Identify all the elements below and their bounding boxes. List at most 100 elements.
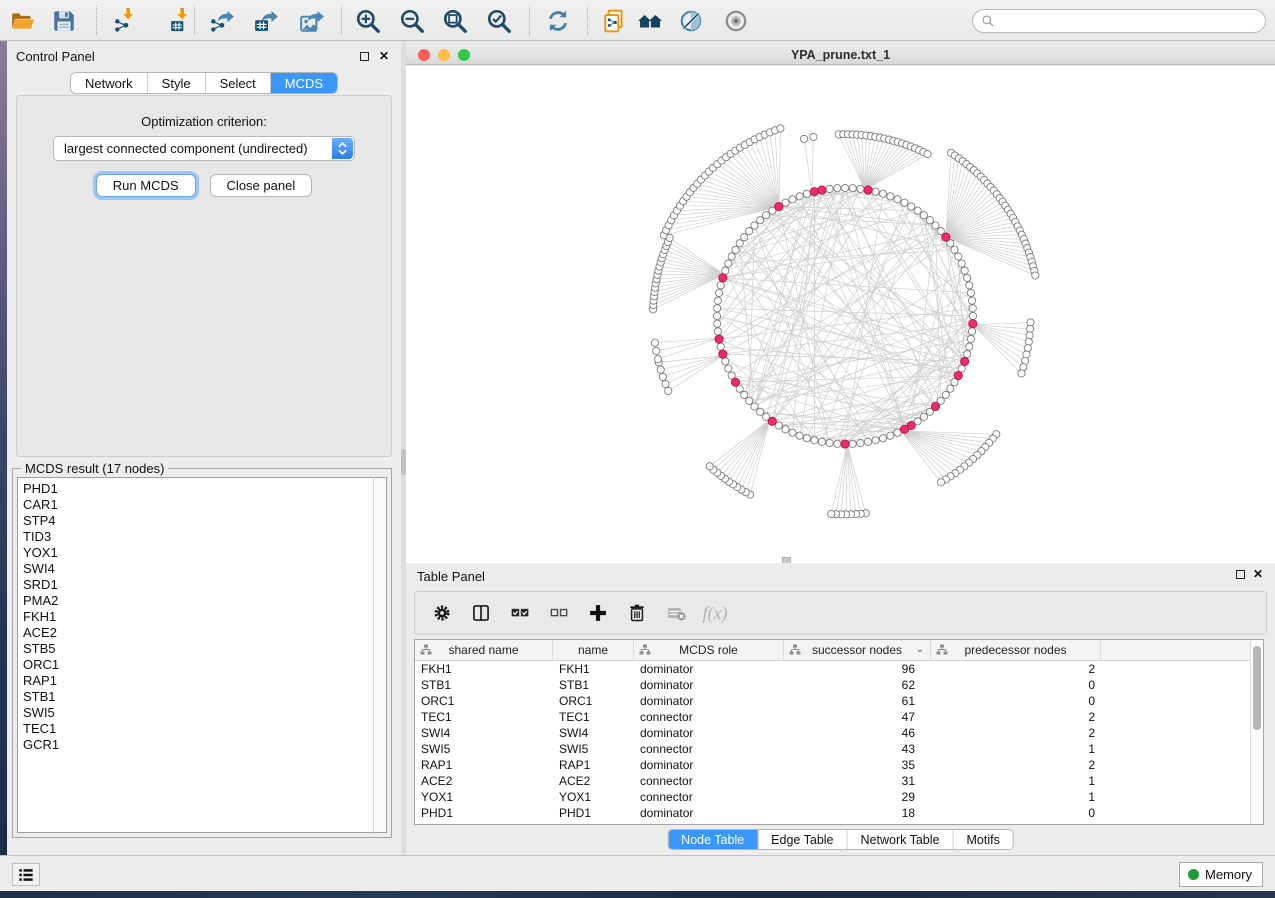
optimization-criterion-label: Optimization criterion: [17,114,391,129]
mcds-result-item[interactable]: STB1 [23,689,373,705]
delete-icon[interactable] [626,602,648,624]
network-canvas[interactable] [406,66,1275,563]
column-header-shared-name[interactable]: shared name [415,640,553,660]
column-header-successor-nodes[interactable]: successor nodes⌄ [784,640,931,660]
tab-edge-table[interactable]: Edge Table [758,830,847,849]
save-session-icon[interactable] [50,7,78,35]
mcds-result-item[interactable]: STB5 [23,641,373,657]
columns-icon[interactable] [470,602,492,624]
cell: 0 [931,806,1101,820]
import-table-icon[interactable] [166,7,194,35]
tab-motifs[interactable]: Motifs [953,830,1012,849]
clone-network-icon[interactable] [600,7,628,35]
memory-button[interactable]: Memory [1179,862,1263,887]
table-row[interactable]: RAP1RAP1dominator352 [415,757,1250,773]
mcds-result-item[interactable]: ORC1 [23,657,373,673]
node-table-scrollbar[interactable] [1250,640,1263,824]
cell: SWI4 [415,726,553,740]
table-panel-tabs: Node TableEdge TableNetwork TableMotifs [667,829,1014,850]
table-row[interactable]: PHD1PHD1dominator180 [415,805,1250,821]
add-column-icon[interactable] [587,602,609,624]
table-row[interactable]: STB1STB1dominator620 [415,677,1250,693]
export-network-icon[interactable] [208,7,236,35]
optimization-criterion-select[interactable]: largest connected component (undirected) [53,136,355,161]
open-file-icon[interactable] [9,7,37,35]
eye-icon[interactable] [722,7,750,35]
tab-select[interactable]: Select [206,73,271,93]
table-row[interactable]: ACE2ACE2connector311 [415,773,1250,789]
tab-network[interactable]: Network [71,73,148,93]
table-row[interactable]: SWI4SWI4dominator462 [415,725,1250,741]
mcds-result-item[interactable]: GCR1 [23,737,373,753]
control-panel-float-button[interactable] [357,49,371,63]
table-row[interactable]: TEC1TEC1connector472 [415,709,1250,725]
slashed-circle-icon[interactable] [677,7,705,35]
column-header-predecessor-nodes[interactable]: predecessor nodes [931,640,1101,660]
zoom-out-icon[interactable] [398,7,426,35]
mcds-result-item[interactable]: PMA2 [23,593,373,609]
cell: dominator [634,694,784,708]
tab-node-table[interactable]: Node Table [668,830,758,849]
mcds-result-item[interactable]: CAR1 [23,497,373,513]
cell: 1 [931,790,1101,804]
desktop-wallpaper-left [0,41,7,898]
zoom-fit-icon[interactable] [441,7,469,35]
task-history-button[interactable] [12,863,40,886]
function-icon[interactable]: f(x) [704,602,726,624]
mcds-result-item[interactable]: YOX1 [23,545,373,561]
export-image-icon[interactable] [298,7,326,35]
tab-style[interactable]: Style [148,73,206,93]
table-row[interactable]: ORC1ORC1dominator610 [415,693,1250,709]
mcds-result-item[interactable]: SWI5 [23,705,373,721]
scrollbar-thumb[interactable] [1253,646,1261,730]
mcds-result-item[interactable]: TEC1 [23,721,373,737]
cell: dominator [634,758,784,772]
search-input[interactable] [972,9,1266,33]
mcds-result-item[interactable]: SRD1 [23,577,373,593]
cell: FKH1 [553,662,634,676]
zoom-selected-icon[interactable] [485,7,513,35]
column-header-name[interactable]: name [553,640,634,660]
table-row[interactable]: FKH1FKH1dominator962 [415,661,1250,677]
table-panel-float-button[interactable] [1233,567,1247,581]
tab-mcds[interactable]: MCDS [271,73,337,93]
mcds-result-item[interactable]: RAP1 [23,673,373,689]
mcds-result-scrollbar[interactable] [373,477,387,833]
network-window-titlebar: YPA_prune.txt_1 [406,45,1275,65]
tab-network-table[interactable]: Network Table [848,830,954,849]
zoom-in-icon[interactable] [354,7,382,35]
table-row[interactable]: SWI5SWI5connector431 [415,741,1250,757]
tree-icon [639,644,651,656]
run-mcds-button[interactable]: Run MCDS [96,174,196,197]
import-network-icon[interactable] [112,7,140,35]
table-panel-close-button[interactable]: ✕ [1251,567,1265,581]
cell: 96 [784,662,931,676]
mcds-result-item[interactable]: FKH1 [23,609,373,625]
cell: 1 [931,774,1101,788]
cell: dominator [634,678,784,692]
cell: SWI4 [553,726,634,740]
control-panel-close-button[interactable]: ✕ [377,49,391,63]
cell: FKH1 [415,662,553,676]
cell: 46 [784,726,931,740]
column-header-MCDS-role[interactable]: MCDS role [634,640,784,660]
gear-icon[interactable] [431,602,453,624]
table-panel: Table Panel ✕ f(x) shared namenameMCDS r… [406,563,1275,855]
select-all-icon[interactable] [509,602,531,624]
mcds-result-item[interactable]: TID3 [23,529,373,545]
delete-table-icon[interactable] [665,602,687,624]
mcds-result-item[interactable]: ACE2 [23,625,373,641]
export-table-icon[interactable] [252,7,280,35]
tree-icon [936,644,948,656]
houses-icon[interactable] [636,7,664,35]
mcds-result-item[interactable]: SWI4 [23,561,373,577]
cell: YOX1 [553,790,634,804]
control-panel: Control Panel ✕ NetworkStyleSelectMCDS O… [7,41,401,855]
column-label: shared name [448,643,518,657]
close-panel-button[interactable]: Close panel [210,174,313,197]
mcds-result-item[interactable]: PHD1 [23,481,373,497]
refresh-icon[interactable] [544,7,572,35]
deselect-all-icon[interactable] [548,602,570,624]
table-row[interactable]: YOX1YOX1connector291 [415,789,1250,805]
mcds-result-item[interactable]: STP4 [23,513,373,529]
